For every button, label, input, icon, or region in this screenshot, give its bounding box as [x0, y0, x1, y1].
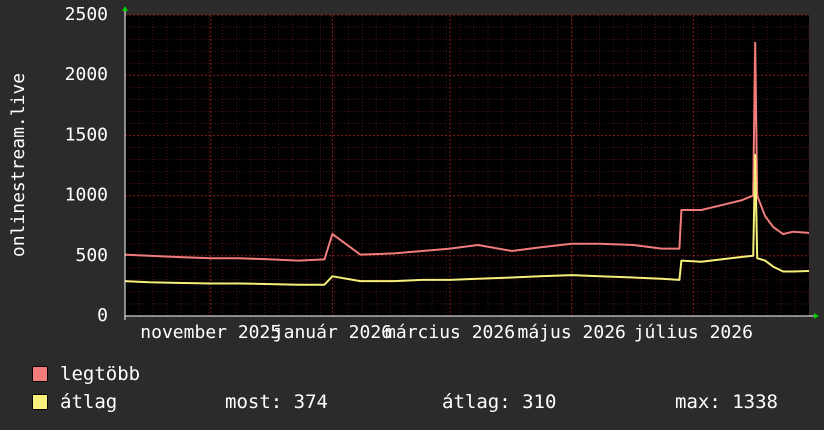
stat-average: átlag: 310 — [442, 391, 557, 413]
legend-item-max: legtöbb — [32, 363, 140, 385]
stat-now: most: 374 — [225, 391, 328, 413]
y-axis-label: onlinestream.live — [8, 73, 29, 257]
x-axis-arrow-icon — [814, 313, 819, 319]
legend-item-avg: átlag — [32, 391, 117, 413]
y-tick-label: 500 — [75, 245, 108, 266]
y-tick-label: 1000 — [65, 185, 108, 206]
y-axis-arrow-icon — [122, 6, 128, 11]
y-tick-label: 1500 — [65, 124, 108, 145]
y-tick-label: 2000 — [65, 64, 108, 85]
x-tick-label: július 2026 — [634, 322, 753, 343]
y-tick-label: 2500 — [65, 4, 108, 25]
stat-max: max: 1338 — [675, 391, 778, 413]
plot-background — [125, 15, 809, 316]
legend-label-max: legtöbb — [60, 363, 141, 385]
x-tick-labels: november 2025január 2026március 2026 máju… — [140, 322, 753, 343]
y-tick-label: 0 — [97, 305, 108, 326]
x-tick-label: május 2026 — [518, 322, 626, 343]
x-tick-label: november 2025 — [140, 322, 281, 343]
x-tick-label: március 2026 — [385, 322, 515, 343]
legend-label-avg: átlag — [60, 391, 118, 413]
legend-swatch-max — [32, 366, 48, 382]
y-tick-labels: 0 500 1000 1500 2000 2500 — [65, 4, 108, 326]
legend-swatch-avg — [32, 394, 48, 410]
x-tick-label: január 2026 — [273, 322, 392, 343]
